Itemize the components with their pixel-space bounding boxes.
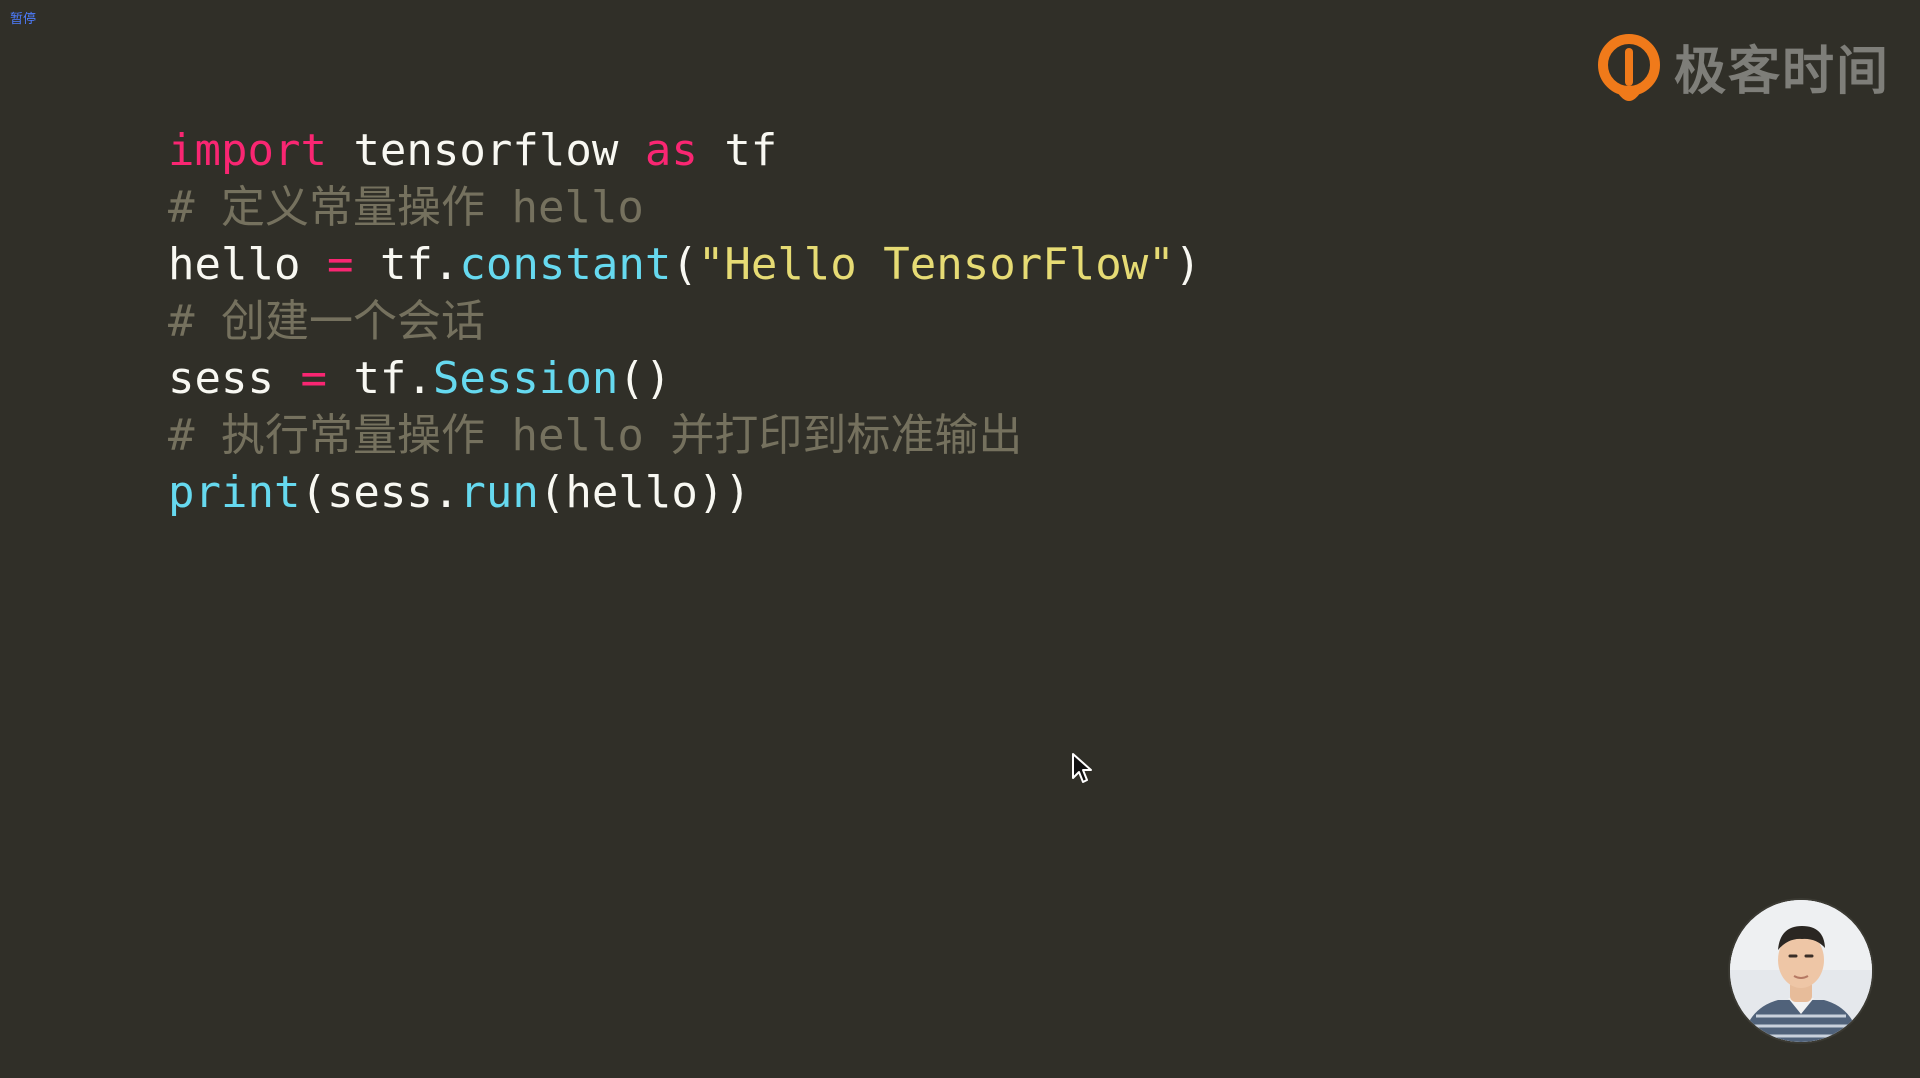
code-token: ) bbox=[1174, 239, 1202, 290]
code-line: import tensorflow as tf bbox=[168, 122, 1201, 179]
code-token: # 定义常量操作 hello bbox=[168, 182, 644, 233]
code-token: tf bbox=[697, 125, 778, 176]
code-token: run bbox=[459, 467, 539, 518]
code-token: (sess. bbox=[300, 467, 460, 518]
pause-status-label[interactable]: 暂停 bbox=[10, 12, 36, 28]
brand-logo: 极客时间 bbox=[1598, 32, 1890, 112]
code-token: sess bbox=[168, 353, 301, 404]
code-token: constant bbox=[459, 239, 672, 290]
code-token: tf. bbox=[326, 353, 433, 404]
code-line: print(sess.run(hello)) bbox=[168, 464, 1201, 521]
code-token: print bbox=[168, 467, 301, 518]
code-token: = bbox=[326, 239, 354, 290]
code-token: "Hello TensorFlow" bbox=[697, 239, 1175, 290]
code-comment-line: # 创建一个会话 bbox=[168, 293, 1201, 350]
code-token: tf. bbox=[353, 239, 460, 290]
brand-name: 极客时间 bbox=[1674, 42, 1891, 102]
video-frame: 暂停 极客时间 import tensorflow as tf # 定义常量操作 … bbox=[0, 0, 1920, 1078]
code-token: ( bbox=[671, 239, 698, 290]
code-token: () bbox=[618, 353, 672, 404]
code-token: import bbox=[168, 125, 327, 176]
code-comment-line: # 定义常量操作 hello bbox=[168, 179, 1201, 236]
code-token: = bbox=[300, 353, 327, 404]
code-block: import tensorflow as tf # 定义常量操作 hello hel… bbox=[168, 122, 1201, 521]
presenter-avatar bbox=[1730, 900, 1872, 1042]
code-token: Session bbox=[432, 353, 619, 404]
code-token: # 创建一个会话 bbox=[168, 296, 485, 347]
presenter-illustration bbox=[1730, 900, 1872, 1042]
code-token: (hello)) bbox=[538, 467, 751, 518]
geektime-logo-icon bbox=[1598, 34, 1660, 101]
code-line: hello = tf.constant("Hello TensorFlow") bbox=[168, 236, 1201, 293]
code-line: sess = tf.Session() bbox=[168, 350, 1201, 407]
mouse-pointer-icon bbox=[1072, 753, 1092, 783]
code-token: tensorflow bbox=[326, 125, 645, 176]
code-token: # 执行常量操作 hello 并打印到标准输出 bbox=[168, 410, 1023, 461]
code-token: hello bbox=[168, 239, 327, 290]
code-comment-line: # 执行常量操作 hello 并打印到标准输出 bbox=[168, 407, 1201, 464]
code-token: as bbox=[644, 125, 698, 176]
